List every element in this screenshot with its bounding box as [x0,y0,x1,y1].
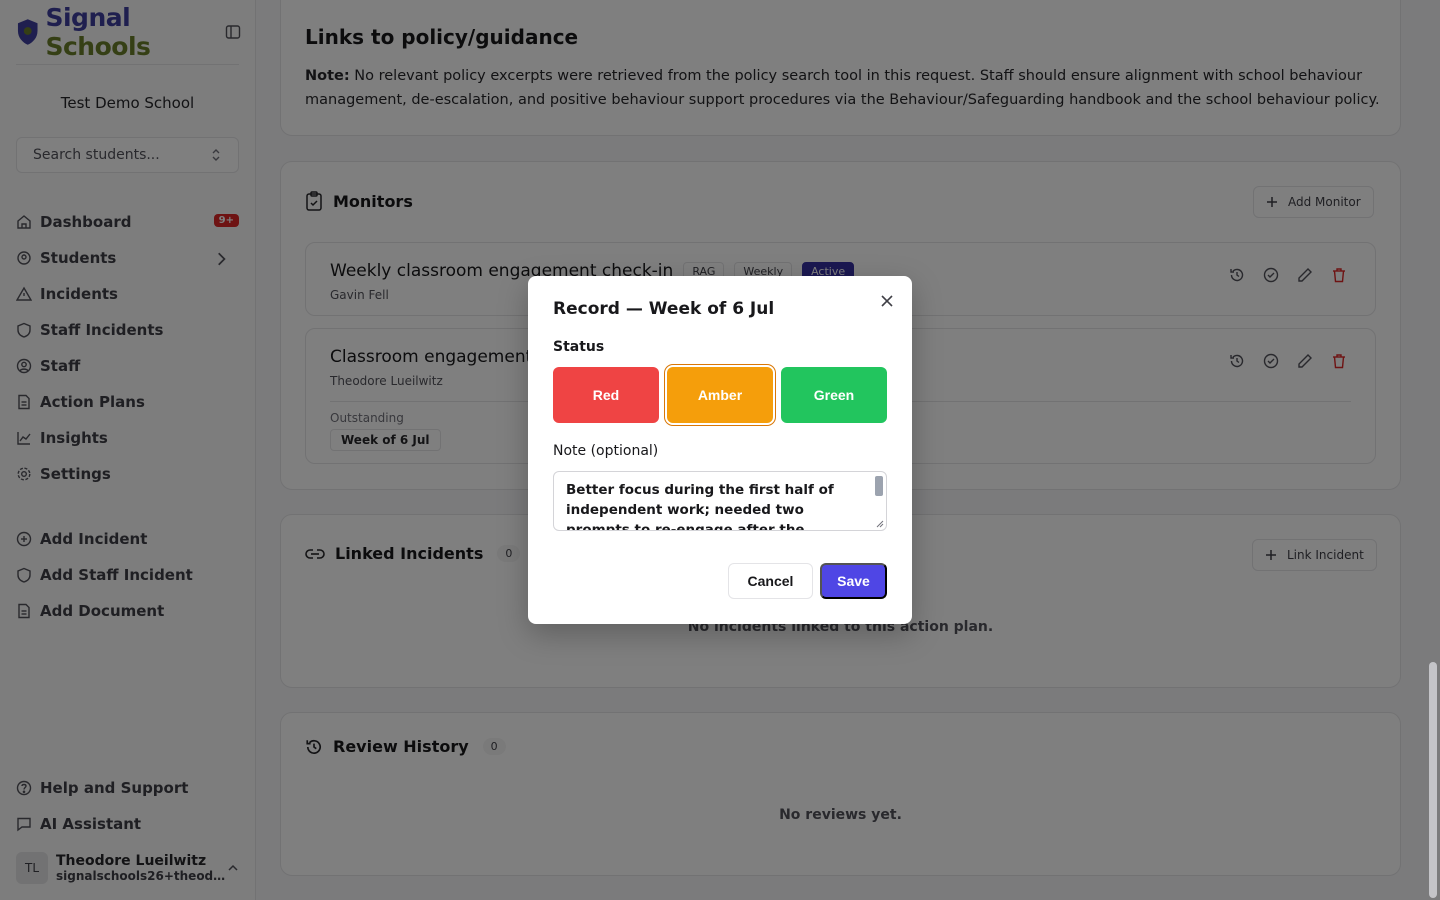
textarea-scrollbar[interactable] [875,476,883,496]
record-dialog: Record — Week of 6 Jul Status Red Amber … [528,276,912,624]
status-label: Status [553,339,605,355]
close-icon[interactable] [880,294,894,308]
page-scrollbar[interactable] [1429,662,1437,898]
status-green-button[interactable]: Green [781,367,887,423]
note-label: Note (optional) [553,443,659,459]
cancel-button[interactable]: Cancel [728,563,813,599]
status-amber-button[interactable]: Amber [667,367,773,423]
dialog-title: Record — Week of 6 Jul [553,299,775,319]
save-button[interactable]: Save [820,563,887,599]
note-textarea[interactable]: Better focus during the first half of in… [553,471,887,531]
resize-handle-icon[interactable] [876,520,884,528]
status-red-button[interactable]: Red [553,367,659,423]
